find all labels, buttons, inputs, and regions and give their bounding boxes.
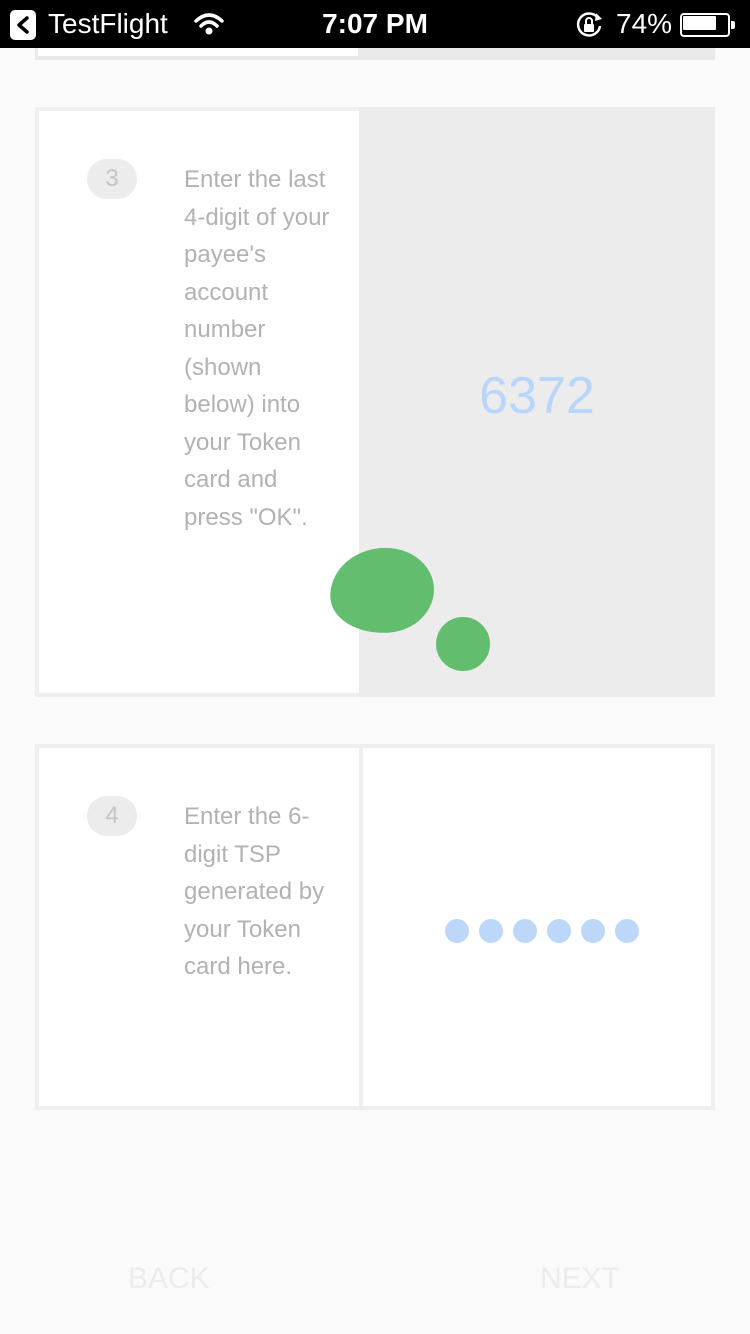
account-code-display: 6372	[479, 367, 595, 425]
pin-dot	[547, 919, 571, 943]
battery-icon	[680, 13, 736, 37]
step-4-badge: 4	[87, 796, 137, 836]
previous-step-card	[35, 48, 715, 60]
step-4-instruction: Enter the 6-digit TSP generated by your …	[184, 803, 325, 980]
battery-tip	[731, 21, 735, 29]
pin-dot	[445, 919, 469, 943]
step-4-instruction-panel: 4 Enter the 6-digit TSP generated by you…	[39, 748, 359, 1106]
pin-dot	[581, 919, 605, 943]
previous-step-card-left	[38, 48, 358, 56]
battery-percent: 74%	[616, 8, 673, 39]
pin-dot	[513, 919, 537, 943]
orientation-lock-icon	[576, 12, 602, 37]
touch-indicator-small	[436, 617, 490, 671]
next-button[interactable]: NEXT	[540, 1262, 620, 1296]
pin-dot	[615, 919, 639, 943]
battery-fill	[683, 16, 716, 30]
pin-dot	[479, 919, 503, 943]
step-3-badge: 3	[87, 159, 137, 199]
tsp-pin-dots[interactable]	[445, 919, 639, 943]
step-3-instruction-panel: 3 Enter the last 4-digit of your payee's…	[39, 111, 359, 693]
status-bar: TestFlight 7:07 PM 74%	[0, 0, 750, 48]
step-3-instruction: Enter the last 4-digit of your payee's a…	[184, 166, 330, 531]
back-button[interactable]: BACK	[128, 1262, 210, 1296]
